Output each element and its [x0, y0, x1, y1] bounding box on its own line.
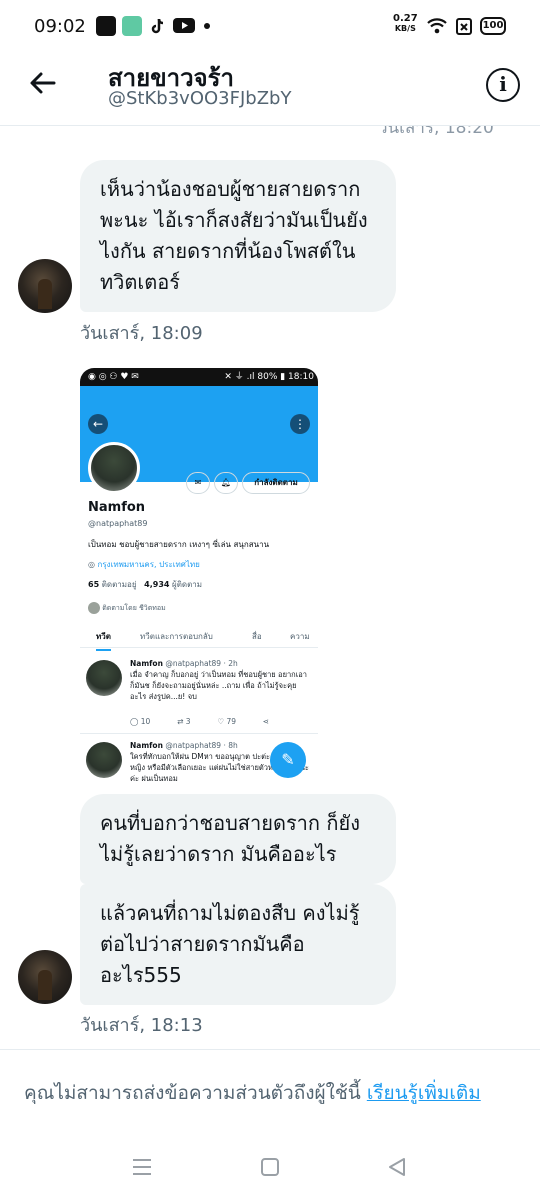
tweet-avatar [86, 742, 122, 778]
wifi-icon [426, 16, 448, 40]
mini-avatar-icon [88, 602, 100, 614]
tab-likes: ความ [290, 632, 310, 641]
profile-bio: เป็นทอม ชอบผู้ชายสายดราก เหงาๆ ซี่เล่น ส… [88, 540, 270, 549]
message-bubble[interactable]: คนที่บอกว่าชอบสายดราก ก็ยังไม่รู้เลยว่าด… [80, 794, 396, 884]
reply-icon: ◯ [130, 717, 141, 726]
profile-location: ◎ กรุงเทพมหานคร, ประเทศไทย [88, 560, 200, 569]
message-icon: ✉ [186, 472, 210, 494]
location-pin-icon: ◎ [88, 560, 98, 569]
bell-icon: 🔔︎ [214, 472, 238, 494]
info-button[interactable]: i [486, 68, 520, 102]
youtube-icon [173, 18, 195, 33]
tweet-actions: ◯ 10 ⇄ 3 ♡ 79 ⋖ [130, 717, 270, 726]
app-notification-icon [122, 16, 142, 36]
following-button: กำลังติดตาม [242, 472, 310, 494]
tiktok-icon [148, 16, 168, 36]
tab-replies: ทวีตและการตอบกลับ [140, 632, 213, 641]
profile-handle: @natpaphat89 [88, 519, 148, 528]
message-timestamp: วันเสาร์, 18:09 [80, 323, 203, 344]
triangle-back-icon[interactable] [386, 1156, 408, 1182]
learn-more-link[interactable]: เรียนรู้เพิ่มเติม [367, 1082, 481, 1104]
battery-icon: 100 [480, 17, 506, 35]
app-notification-icon [96, 16, 116, 36]
profile-follow-counts: 65 ติดตามอยู่ 4,934 ผู้ติดตาม [88, 580, 203, 589]
avatar[interactable] [18, 259, 72, 313]
arrow-left-icon [30, 72, 56, 94]
profile-name: Namfon [88, 500, 146, 515]
more-notifications-dot [204, 23, 210, 29]
info-icon: i [499, 72, 507, 96]
tab-media: สื่อ [252, 632, 262, 641]
image-more-icon: ⋮ [290, 414, 310, 434]
conversation-handle[interactable]: @StKb3vOO3FJbZbY [108, 88, 291, 109]
tweet: Namfon @natpaphat89 · 2h เมื่อ จำคาญ ก็บ… [80, 652, 318, 734]
menu-lines-icon[interactable] [130, 1156, 154, 1182]
profile-tabs: ทวีต ทวีตและการตอบกลับ สื่อ ความ [80, 622, 318, 651]
system-nav-bar [0, 1140, 540, 1200]
share-icon: ⋖ [262, 717, 270, 726]
divider [0, 1049, 540, 1050]
followed-by: ติดตามโดย ชีวิตทอม [88, 602, 166, 614]
no-sim-icon [455, 16, 473, 40]
retweet-icon: ⇄ [177, 717, 186, 726]
message-bubble[interactable]: แล้วคนที่ถามไม่ตองสืบ คงไม่รู้ต่อไปว่าสา… [80, 884, 396, 1005]
image-back-icon: ← [88, 414, 108, 434]
attached-image[interactable]: ◉ ◎ ⚇ ♥ ✉ ✕ ⏚ .ıl 80% ▮ 18:10 ← ⋮ ✉ 🔔︎ ก… [80, 368, 318, 794]
back-button[interactable] [28, 68, 58, 98]
status-bar: 09:02 0.27 KB/S 100 [0, 0, 540, 52]
dm-disabled-notice: คุณไม่สามารถส่งข้อความส่วนตัวถึงผู้ใช้นี… [24, 1082, 481, 1104]
square-icon[interactable] [259, 1156, 281, 1182]
network-speed: 0.27 KB/S [393, 13, 418, 34]
tweet-avatar [86, 660, 122, 696]
message-timestamp: วันเสาร์, 18:13 [80, 1015, 203, 1036]
profile-avatar [88, 442, 140, 494]
avatar[interactable] [18, 950, 72, 1004]
message-bubble[interactable]: เห็นว่าน้องชอบผู้ชายสายดราก พะนะ ไอ้เราก… [80, 160, 396, 312]
status-time: 09:02 [34, 16, 86, 37]
tab-tweets: ทวีต [96, 630, 111, 651]
compose-fab-icon: ✎ [270, 742, 306, 778]
conversation-header: สายขาวจร้า @StKb3vOO3FJbZbY i [0, 52, 540, 126]
image-status-bar: ◉ ◎ ⚇ ♥ ✉ ✕ ⏚ .ıl 80% ▮ 18:10 [80, 368, 318, 386]
